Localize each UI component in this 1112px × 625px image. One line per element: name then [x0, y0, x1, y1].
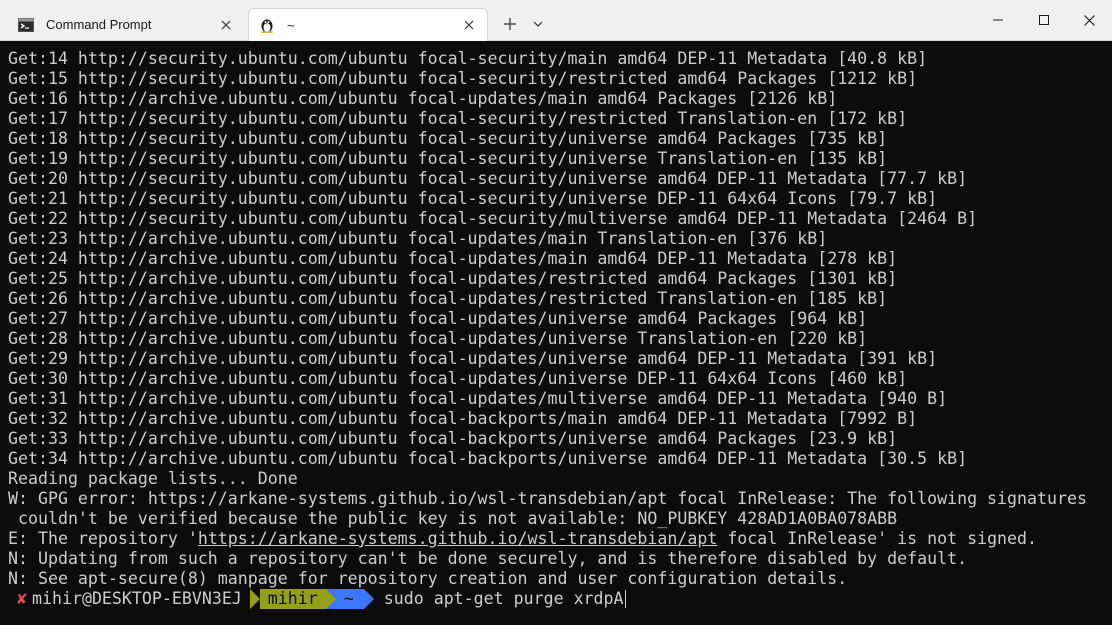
shell-prompt[interactable]: ✘ mihir@DESKTOP-EBVN3EJ mihir ~ sudo apt…: [8, 589, 1104, 609]
output-line: Get:17 http://security.ubuntu.com/ubuntu…: [8, 109, 908, 128]
terminal-window: Command Prompt ~ Get:14 http://security.…: [0, 0, 1112, 625]
output-line: Get:25 http://archive.ubuntu.com/ubuntu …: [8, 269, 898, 288]
output-line: Get:31 http://archive.ubuntu.com/ubuntu …: [8, 389, 948, 408]
prompt-dir-segment: mihir: [249, 589, 326, 609]
output-line: Get:15 http://security.ubuntu.com/ubuntu…: [8, 69, 918, 88]
error-status-icon: ✘: [17, 589, 27, 608]
command-input[interactable]: sudo apt-get purge xrdpA: [384, 589, 624, 609]
tab-dropdown-button[interactable]: [527, 10, 549, 38]
chevron-down-icon: [533, 21, 543, 27]
output-line: Get:16 http://archive.ubuntu.com/ubuntu …: [8, 89, 838, 108]
window-close-button[interactable]: [1066, 0, 1112, 40]
output-line: Get:28 http://archive.ubuntu.com/ubuntu …: [8, 329, 868, 348]
output-line: Get:34 http://archive.ubuntu.com/ubuntu …: [8, 449, 968, 468]
output-line: Get:30 http://archive.ubuntu.com/ubuntu …: [8, 369, 908, 388]
prompt-user-host: mihir@DESKTOP-EBVN3EJ: [32, 589, 242, 608]
repository-link[interactable]: https://arkane-systems.github.io/wsl-tra…: [198, 529, 718, 548]
tux-linux-icon: [259, 17, 275, 33]
output-line: Get:26 http://archive.ubuntu.com/ubuntu …: [8, 289, 888, 308]
plus-icon: [504, 18, 516, 30]
title-bar: Command Prompt ~: [0, 0, 1112, 41]
output-line: Get:32 http://archive.ubuntu.com/ubuntu …: [8, 409, 918, 428]
output-line: Get:18 http://security.ubuntu.com/ubuntu…: [8, 129, 888, 148]
close-icon: [1083, 14, 1095, 26]
tab-label: ~: [287, 17, 295, 33]
error-suffix: focal InRelease' is not signed.: [717, 529, 1038, 548]
terminal-output[interactable]: Get:14 http://security.ubuntu.com/ubuntu…: [0, 41, 1112, 625]
error-prefix: E: The repository ': [8, 529, 198, 548]
output-line: W: GPG error: https://arkane-systems.git…: [8, 489, 1087, 508]
output-line: Get:22 http://security.ubuntu.com/ubuntu…: [8, 209, 978, 228]
output-line: Get:23 http://archive.ubuntu.com/ubuntu …: [8, 229, 828, 248]
text-cursor: [624, 590, 626, 608]
output-line: Get:29 http://archive.ubuntu.com/ubuntu …: [8, 349, 938, 368]
output-line: Get:19 http://security.ubuntu.com/ubuntu…: [8, 149, 888, 168]
output-line: Get:20 http://security.ubuntu.com/ubuntu…: [8, 169, 968, 188]
notice-line: N: See apt-secure(8) manpage for reposit…: [8, 569, 848, 588]
minimize-button[interactable]: [975, 0, 1021, 40]
tab-linux-home[interactable]: ~: [248, 8, 488, 41]
new-tab-button[interactable]: [496, 10, 524, 38]
output-line: Get:33 http://archive.ubuntu.com/ubuntu …: [8, 429, 898, 448]
close-icon[interactable]: [216, 15, 236, 35]
terminal-lines: Get:14 http://security.ubuntu.com/ubuntu…: [8, 49, 1104, 609]
prompt-segment-arrow: [363, 589, 374, 609]
tab-label: Command Prompt: [46, 17, 152, 32]
minimize-icon: [993, 19, 1003, 21]
output-line: Get:14 http://security.ubuntu.com/ubuntu…: [8, 49, 928, 68]
output-line: Get:21 http://security.ubuntu.com/ubuntu…: [8, 189, 938, 208]
output-line: Get:24 http://archive.ubuntu.com/ubuntu …: [8, 249, 898, 268]
maximize-icon: [1039, 15, 1049, 25]
output-line: couldn't be verified because the public …: [8, 509, 898, 528]
prompt-home-segment: ~: [325, 589, 364, 609]
tab-command-prompt[interactable]: Command Prompt: [8, 8, 244, 41]
error-line: E: The repository 'https://arkane-system…: [8, 529, 1104, 549]
output-line: Get:27 http://archive.ubuntu.com/ubuntu …: [8, 309, 868, 328]
notice-line: N: Updating from such a repository can't…: [8, 549, 968, 568]
close-icon[interactable]: [459, 15, 479, 35]
maximize-button[interactable]: [1021, 0, 1067, 40]
cmd-icon: [18, 17, 34, 33]
output-line: Reading package lists... Done: [8, 469, 298, 488]
